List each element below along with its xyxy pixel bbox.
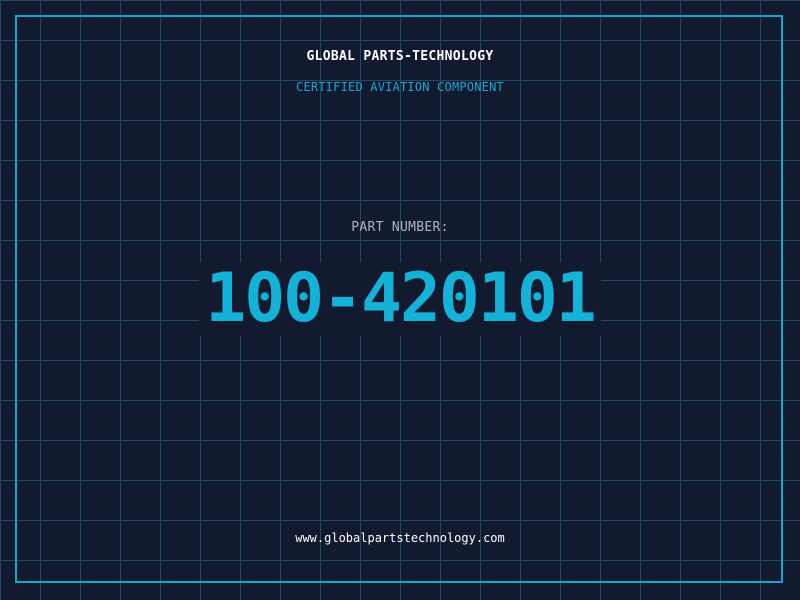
part-number-label: PART NUMBER: [351, 220, 449, 235]
part-number-value: 100-420101 [199, 262, 601, 336]
website-link[interactable]: www.globalpartstechnology.com [0, 531, 800, 545]
certification-subtitle: CERTIFIED AVIATION COMPONENT [296, 80, 504, 94]
part-number-container: 100-420101 [0, 262, 800, 336]
certificate-screen: { "header": { "company": "GLOBAL PARTS-T… [0, 0, 800, 600]
company-name: GLOBAL PARTS-TECHNOLOGY [306, 49, 494, 64]
